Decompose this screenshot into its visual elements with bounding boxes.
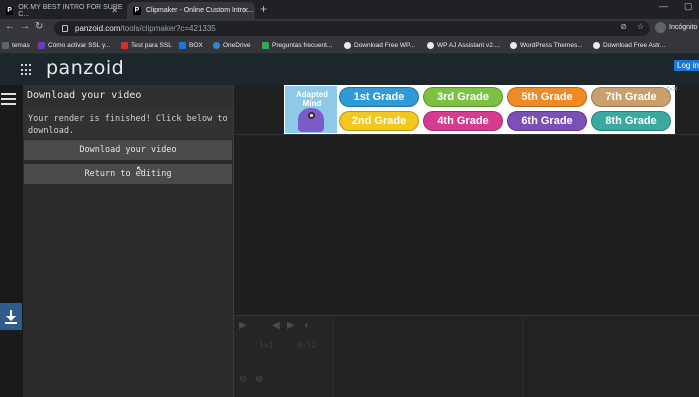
onedrive-icon — [213, 42, 220, 49]
address-bar[interactable]: panzoid.com /tools/clipmaker?c=421335 ⊘ … — [54, 21, 650, 36]
mascot-eye-icon — [308, 112, 315, 119]
bookmark-item[interactable]: WordPress Themes... — [510, 42, 583, 49]
download-side-button[interactable] — [0, 303, 22, 330]
grade-button[interactable]: 1st Grade — [339, 87, 419, 107]
zoom-in-icon[interactable]: ⊕ — [255, 374, 263, 385]
duration: 0:12 — [297, 341, 317, 350]
render-finished-message: Your render is finished! Click below to … — [23, 107, 233, 139]
bookmark-label: BOX — [189, 42, 203, 49]
url-path: /tools/clipmaker?c=421335 — [120, 24, 216, 33]
forward-arrow-icon[interactable]: → — [20, 21, 30, 32]
zoom-out-icon[interactable]: ⊖ — [239, 374, 247, 385]
reload-icon[interactable]: ↻ — [35, 21, 43, 32]
apps-grid-icon — [2, 42, 9, 49]
profile-label: Incógnito — [669, 24, 698, 31]
left-rail — [0, 85, 23, 397]
hamburger-menu-icon[interactable] — [1, 93, 16, 108]
volume-icon[interactable]: ◖ — [303, 320, 309, 331]
grade-button[interactable]: 8th Grade — [591, 111, 671, 131]
bookmark-label: WP AJ Assistant v2.... — [437, 42, 501, 49]
back-arrow-icon[interactable]: ← — [5, 21, 15, 32]
globe-icon — [510, 42, 517, 49]
return-to-editing-button[interactable]: Return to editing — [24, 164, 232, 184]
panel-title: Download your video — [23, 85, 233, 107]
mouse-cursor-icon: ↖ — [136, 164, 144, 174]
tab-title: OK MY BEST INTRO FOR SURE C... — [18, 3, 123, 18]
skip-back-icon[interactable]: ◀ — [272, 320, 280, 331]
grade-button[interactable]: 2nd Grade — [339, 111, 419, 131]
bookmark-item[interactable]: Test para SSL — [121, 42, 172, 49]
bookmark-item[interactable]: WP AJ Assistant v2.... — [427, 42, 500, 49]
bookmark-favicon-icon — [38, 42, 45, 49]
close-tab-icon[interactable]: ✕ — [111, 6, 118, 15]
timeline-controls — [234, 316, 334, 397]
bookmark-favicon-icon — [121, 42, 128, 49]
url-domain: panzoid.com — [75, 24, 121, 33]
bookmark-item[interactable]: Download Free Astr... — [593, 42, 665, 49]
tab-title: Clipmaker - Online Custom Intro ... — [146, 7, 254, 14]
tab-clipmaker[interactable]: P Clipmaker - Online Custom Intro ... ✕ — [127, 2, 255, 19]
grade-buttons: 1st Grade 3rd Grade 5th Grade 7th Grade 2nd … — [339, 87, 673, 132]
site-header: panzoid — [0, 54, 699, 85]
bookmark-label: temas — [12, 42, 30, 49]
globe-icon — [344, 42, 351, 49]
bookmark-label: Preguntas frecuent... — [272, 42, 333, 49]
grade-button[interactable]: 7th Grade — [591, 87, 671, 107]
bookmark-item[interactable]: Preguntas frecuent... — [262, 42, 332, 49]
bookmark-label: OneDrive — [223, 42, 251, 49]
tab-intro-video[interactable]: P OK MY BEST INTRO FOR SURE C... ✕ — [0, 2, 124, 19]
browser-tab-strip: P OK MY BEST INTRO FOR SURE C... ✕ P Cli… — [0, 0, 699, 19]
download-arrow-icon — [5, 309, 17, 324]
download-video-button[interactable]: Download your video — [24, 140, 232, 160]
close-tab-icon[interactable]: ✕ — [242, 6, 249, 15]
grade-button[interactable]: 3rd Grade — [423, 87, 503, 107]
play-icon[interactable]: ▶ — [239, 320, 247, 331]
bookmark-favicon-icon — [179, 42, 186, 49]
bookmarks-bar: temas Cómo activar SSL y... Test para SS… — [0, 38, 699, 54]
maximize-icon[interactable]: ▢ — [684, 1, 693, 12]
bookmark-favicon-icon — [262, 42, 269, 49]
panzoid-logo[interactable]: panzoid — [46, 57, 124, 79]
ad-choices-icon[interactable]: ▷✕ — [667, 85, 678, 93]
grade-button[interactable]: 4th Grade — [423, 111, 503, 131]
new-tab-button[interactable]: + — [260, 2, 267, 16]
preview-area — [234, 134, 699, 315]
bookmark-item[interactable]: Cómo activar SSL y... — [38, 42, 110, 49]
incognito-icon — [655, 22, 666, 33]
bookmark-label: Cómo activar SSL y... — [48, 42, 111, 49]
bookmark-item[interactable]: temas — [2, 42, 30, 49]
bookmark-label: WordPress Themes... — [520, 42, 583, 49]
advertisement-banner[interactable]: Adapted Mind 1st Grade 3rd Grade 5th Grade… — [284, 85, 675, 134]
current-time: 1+1 — [259, 341, 274, 350]
timeline-divider — [522, 316, 523, 397]
lock-icon — [62, 25, 68, 32]
download-panel: Download your video Your render is finis… — [23, 85, 233, 397]
apps-menu-icon[interactable] — [21, 64, 33, 76]
login-button[interactable]: Log in — [674, 60, 699, 71]
minimize-icon[interactable]: — — [659, 1, 668, 11]
adaptedmind-logo: Adapted Mind — [285, 86, 337, 133]
panzoid-favicon-icon: P — [133, 6, 141, 15]
bookmark-item[interactable]: OneDrive — [213, 42, 250, 49]
globe-icon — [427, 42, 434, 49]
bookmark-label: Download Free Astr... — [603, 42, 666, 49]
incognito-profile[interactable]: Incógnito — [655, 22, 697, 33]
bookmark-item[interactable]: BOX — [179, 42, 203, 49]
skip-forward-icon[interactable]: ▶ — [287, 320, 295, 331]
browser-toolbar: ← → ↻ panzoid.com /tools/clipmaker?c=421… — [0, 19, 699, 38]
eye-slash-icon[interactable]: ⊘ — [620, 22, 627, 31]
bookmark-item[interactable]: Download Free WP... — [344, 42, 415, 49]
globe-icon — [593, 42, 600, 49]
grade-button[interactable]: 6th Grade — [507, 111, 587, 131]
grade-button[interactable]: 5th Grade — [507, 87, 587, 107]
bookmark-label: Download Free WP... — [354, 42, 415, 49]
bookmark-label: Test para SSL — [131, 42, 172, 49]
timeline: ▶ ◀ ▶ ◖ 1+1 0:12 ⊖ ⊕ — [234, 315, 699, 397]
panzoid-favicon-icon: P — [6, 6, 14, 15]
bookmark-star-icon[interactable]: ☆ — [637, 22, 644, 31]
ad-brand: Adapted Mind — [296, 90, 328, 108]
